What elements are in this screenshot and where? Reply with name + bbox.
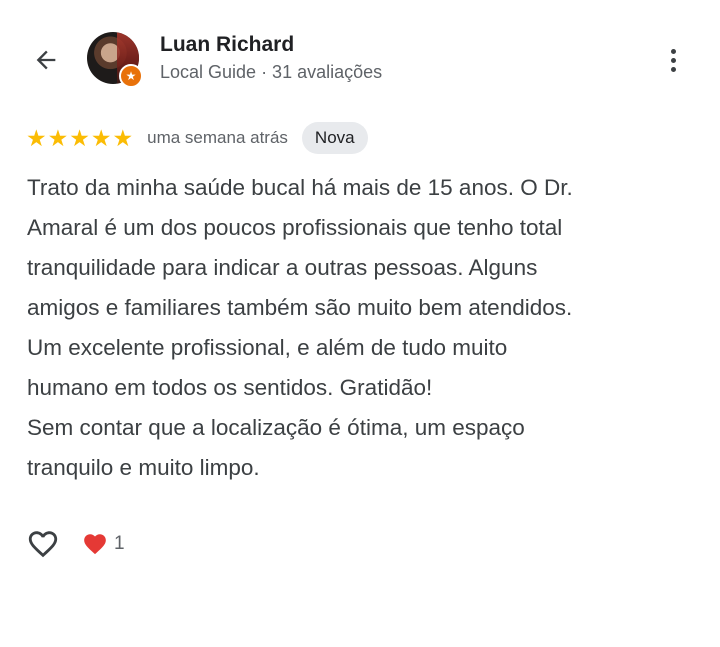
user-meta: Local Guide · 31 avaliações (160, 62, 383, 82)
local-guide-star-icon: ★ (119, 64, 143, 88)
review-line: Um excelente profissional, e além de tud… (27, 335, 508, 360)
review-line: amigos e familiares também são muito bem… (27, 295, 573, 320)
avatar[interactable]: ★ (87, 32, 143, 88)
back-button[interactable] (26, 40, 66, 80)
reaction-summary[interactable]: 1 (82, 531, 125, 557)
red-heart-icon (84, 534, 106, 555)
review-line: tranquilidade para indicar a outras pess… (27, 255, 538, 280)
star-icon: ★ (69, 124, 90, 151)
more-vert-icon (670, 48, 676, 54)
review-header: ★ Luan Richard Local Guide · 31 avaliaçõ… (0, 0, 720, 110)
review-line: tranquilo e muito limpo. (27, 455, 260, 480)
review-line: Sem contar que a localização é ótima, um… (27, 415, 525, 440)
star-icon: ★ (26, 124, 47, 151)
user-name[interactable]: Luan Richard (160, 33, 294, 57)
heart-outline-icon (28, 531, 58, 558)
review-actions: 1 (24, 524, 125, 564)
like-button[interactable] (24, 525, 62, 563)
review-time: uma semana atrás (147, 128, 288, 147)
review-line: Trato da minha saúde bucal há mais de 15… (27, 175, 573, 200)
star-icon: ★ (112, 124, 134, 151)
review-line: Amaral é um dos poucos profissionais que… (27, 215, 563, 240)
reaction-count: 1 (114, 533, 125, 554)
review-line: humano em todos os sentidos. Gratidão! (27, 375, 433, 400)
star-rating: ★ ★ ★ ★ ★ (26, 124, 134, 151)
star-icon: ★ (47, 124, 69, 151)
review-text: Trato da minha saúde bucal há mais de 15… (27, 168, 697, 488)
star-icon: ★ (90, 124, 112, 151)
new-badge: Nova (301, 122, 368, 154)
rating-row: ★ ★ ★ ★ ★ uma semana atrás Nova (26, 121, 368, 155)
more-options-button[interactable] (658, 40, 688, 80)
arrow-left-icon (36, 50, 56, 70)
